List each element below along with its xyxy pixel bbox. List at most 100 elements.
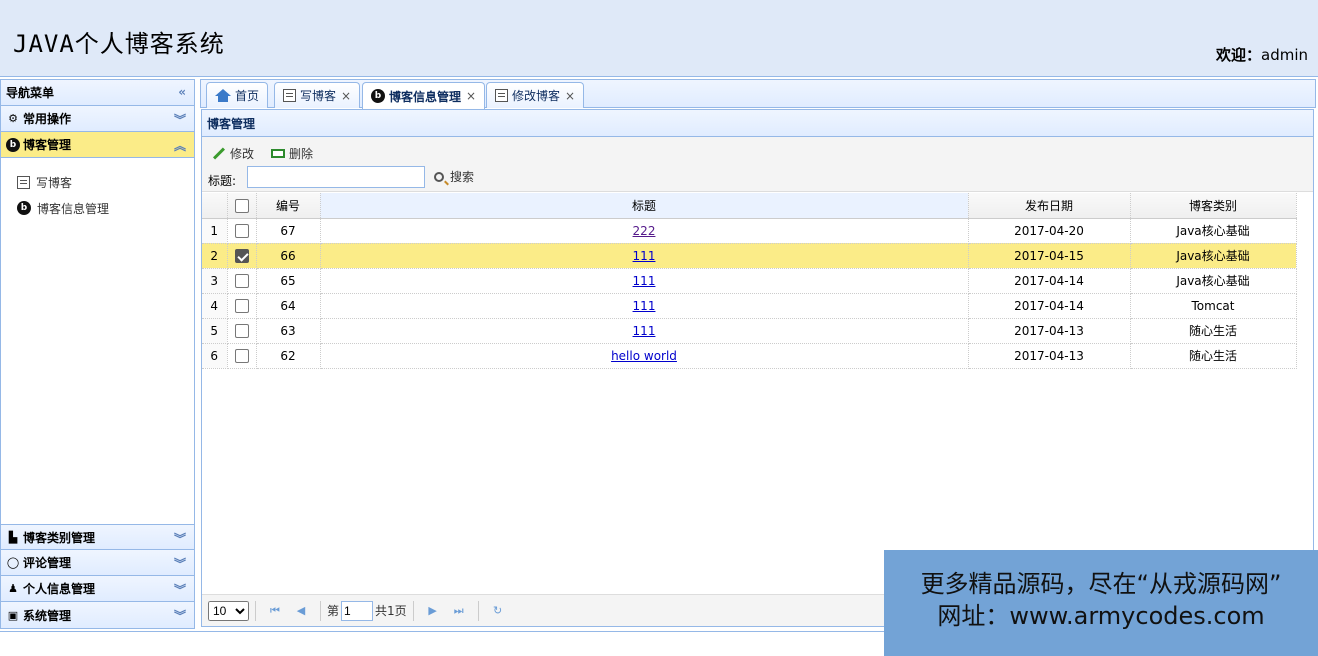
collapse-sidebar-icon[interactable]: « bbox=[178, 85, 186, 99]
row-select-cell[interactable] bbox=[227, 293, 257, 319]
row-checkbox[interactable] bbox=[234, 298, 249, 313]
sidebar-section-system[interactable]: ▣ 系统管理 ︾ bbox=[1, 602, 194, 628]
row-select-cell[interactable] bbox=[227, 243, 257, 269]
delete-label: 删除 bbox=[289, 147, 314, 161]
table-row[interactable]: 5 63 111 2017-04-13 随心生活 bbox=[202, 318, 1297, 344]
cell-date: 2017-04-14 bbox=[968, 293, 1131, 319]
section-label: 常用操作 bbox=[23, 112, 72, 126]
section-label: 个人信息管理 bbox=[23, 582, 96, 596]
blog-title-link[interactable]: 111 bbox=[633, 274, 656, 288]
sidebar-section-blog[interactable]: b 博客管理 ︽ bbox=[1, 132, 194, 158]
tab-bar: 首页 写博客 × b 博客信息管理 × 修改博客 × bbox=[200, 79, 1316, 109]
close-icon[interactable]: × bbox=[341, 89, 351, 103]
search-input[interactable] bbox=[247, 166, 425, 188]
sidebar-item-write-blog[interactable]: 写博客 bbox=[1, 169, 194, 195]
row-checkbox[interactable] bbox=[234, 323, 249, 338]
prev-page-icon[interactable]: ◀ bbox=[292, 604, 310, 617]
close-icon[interactable]: × bbox=[565, 89, 575, 103]
column-header-type[interactable]: 博客类别 bbox=[1130, 193, 1297, 219]
first-page-icon[interactable]: ⏮ bbox=[266, 604, 284, 618]
sidebar-section-category[interactable]: ▙ 博客类别管理 ︾ bbox=[1, 524, 194, 550]
tab-write-blog[interactable]: 写博客 × bbox=[274, 82, 361, 108]
column-header-title[interactable]: 标题 bbox=[320, 193, 969, 219]
table-row[interactable]: 3 65 111 2017-04-14 Java核心基础 bbox=[202, 268, 1297, 294]
row-checkbox[interactable] bbox=[234, 348, 249, 363]
cell-title: 111 bbox=[320, 318, 969, 344]
row-checkbox[interactable] bbox=[234, 273, 249, 288]
row-number: 2 bbox=[202, 243, 228, 269]
sidebar-section-common[interactable]: ⚙ 常用操作 ︾ bbox=[1, 106, 194, 132]
next-page-icon[interactable]: ▶ bbox=[424, 604, 442, 617]
search-label: 标题: bbox=[208, 174, 237, 188]
tab-label: 修改博客 bbox=[512, 89, 561, 103]
chevron-down-icon[interactable]: ︾ bbox=[174, 607, 186, 624]
tab-modify-blog[interactable]: 修改博客 × bbox=[486, 82, 585, 108]
tab-home[interactable]: 首页 bbox=[206, 82, 269, 108]
sidebar-title: 导航菜单 bbox=[6, 86, 55, 100]
blog-title-link[interactable]: 111 bbox=[633, 299, 656, 313]
system-icon: ▣ bbox=[7, 608, 19, 622]
cell-date: 2017-04-20 bbox=[968, 218, 1131, 244]
row-select-cell[interactable] bbox=[227, 268, 257, 294]
column-header-id[interactable]: 编号 bbox=[256, 193, 321, 219]
close-icon[interactable]: × bbox=[466, 89, 476, 103]
search-button-label: 搜索 bbox=[450, 170, 475, 184]
search-button[interactable]: 搜索 bbox=[434, 168, 474, 185]
cell-id: 67 bbox=[256, 218, 321, 244]
row-select-cell[interactable] bbox=[227, 218, 257, 244]
toolbar: 修改 删除 标题: 搜索 bbox=[202, 137, 1313, 192]
tab-label: 写博客 bbox=[300, 89, 337, 103]
sidebar-bottom-sections: ▙ 博客类别管理 ︾ ◯ 评论管理 ︾ ♟ 个人信息管理 ︾ ▣ 系统管理 ︾ bbox=[1, 524, 194, 628]
cell-date: 2017-04-15 bbox=[968, 243, 1131, 269]
row-select-cell[interactable] bbox=[227, 343, 257, 369]
sidebar-item-blog-manage[interactable]: b 博客信息管理 bbox=[1, 195, 194, 221]
table-row[interactable]: 4 64 111 2017-04-14 Tomcat bbox=[202, 293, 1297, 319]
blog-title-link[interactable]: hello world bbox=[611, 349, 677, 363]
row-checkbox[interactable] bbox=[234, 223, 249, 238]
row-number: 1 bbox=[202, 218, 228, 244]
sidebar-section-comment[interactable]: ◯ 评论管理 ︾ bbox=[1, 550, 194, 576]
table-header-row: 编号 标题 发布日期 博客类别 bbox=[202, 193, 1297, 219]
delete-icon bbox=[271, 149, 285, 158]
row-select-cell[interactable] bbox=[227, 318, 257, 344]
cell-title: 222 bbox=[320, 218, 969, 244]
chevron-down-icon[interactable]: ︾ bbox=[174, 111, 186, 128]
panel-title: 博客管理 bbox=[202, 110, 1313, 137]
refresh-icon[interactable]: ↻ bbox=[489, 604, 507, 617]
edit-icon bbox=[283, 89, 296, 102]
edit-button[interactable]: 修改 bbox=[212, 145, 254, 162]
column-header-date[interactable]: 发布日期 bbox=[968, 193, 1131, 219]
delete-button[interactable]: 删除 bbox=[271, 145, 313, 162]
cell-id: 62 bbox=[256, 343, 321, 369]
select-all-header[interactable] bbox=[227, 193, 257, 219]
cell-id: 63 bbox=[256, 318, 321, 344]
sidebar-item-label: 写博客 bbox=[36, 175, 73, 190]
chevron-down-icon[interactable]: ︾ bbox=[174, 555, 186, 572]
chevron-down-icon[interactable]: ︾ bbox=[174, 530, 186, 547]
chevron-up-icon[interactable]: ︽ bbox=[174, 137, 186, 154]
cell-type: Java核心基础 bbox=[1130, 243, 1297, 269]
cell-id: 65 bbox=[256, 268, 321, 294]
chevron-down-icon[interactable]: ︾ bbox=[174, 581, 186, 598]
home-icon bbox=[215, 88, 231, 103]
table-row[interactable]: 6 62 hello world 2017-04-13 随心生活 bbox=[202, 343, 1297, 369]
row-checkbox[interactable] bbox=[234, 248, 249, 263]
row-number: 3 bbox=[202, 268, 228, 294]
select-all-checkbox[interactable] bbox=[234, 198, 249, 213]
page-number-input[interactable] bbox=[341, 600, 374, 621]
row-number: 4 bbox=[202, 293, 228, 319]
blog-title-link[interactable]: 111 bbox=[633, 324, 656, 338]
sidebar-section-profile[interactable]: ♟ 个人信息管理 ︾ bbox=[1, 576, 194, 602]
blog-title-link[interactable]: 222 bbox=[633, 224, 656, 238]
tab-blog-manage[interactable]: b 博客信息管理 × bbox=[362, 82, 486, 109]
page-size-select[interactable]: 10 bbox=[208, 600, 249, 621]
footer-divider bbox=[0, 631, 884, 632]
table-row[interactable]: 2 66 111 2017-04-15 Java核心基础 bbox=[202, 243, 1297, 269]
blog-title-link[interactable]: 111 bbox=[633, 249, 656, 263]
table-row[interactable]: 1 67 222 2017-04-20 Java核心基础 bbox=[202, 218, 1297, 244]
tab-label: 首页 bbox=[235, 89, 260, 103]
app-header: JAVA个人博客系统 欢迎：admin bbox=[0, 0, 1318, 77]
sidebar-item-label: 博客信息管理 bbox=[37, 201, 110, 216]
last-page-icon[interactable]: ⏭ bbox=[450, 604, 468, 618]
section-label: 博客类别管理 bbox=[23, 530, 96, 545]
